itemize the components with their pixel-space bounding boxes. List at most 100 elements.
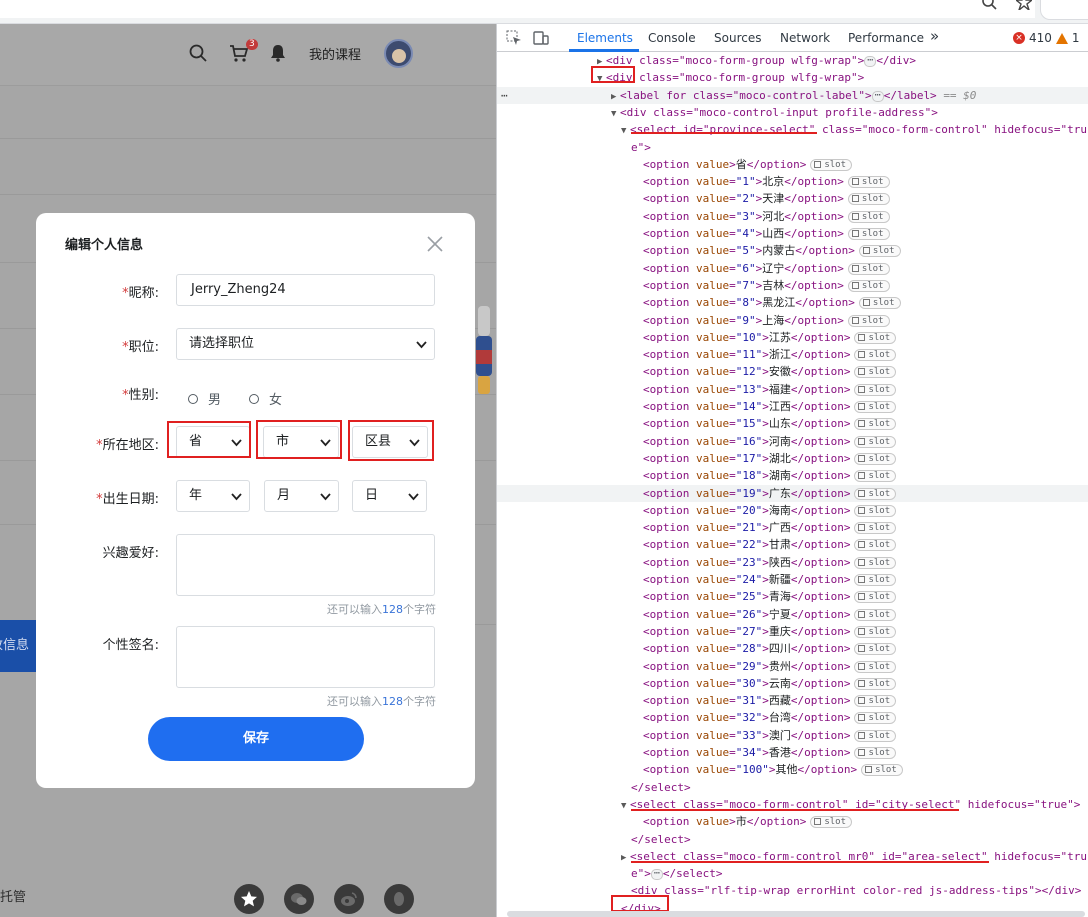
device-toolbar-icon[interactable]	[533, 30, 549, 46]
browser-actions	[982, 0, 1032, 18]
hobby-textarea[interactable]	[176, 534, 435, 596]
option-node[interactable]: <option value="29">贵州</option> slot	[497, 658, 1088, 675]
social-star[interactable]	[234, 884, 264, 914]
dom-node-selected[interactable]: ⋯ ▶ <label for class="moco-control-label">…	[497, 86, 1088, 104]
option-node[interactable]: <option value="30">云南</option> slot	[497, 675, 1088, 692]
avatar[interactable]	[384, 39, 413, 68]
option-node[interactable]: <option value="16">河南</option> slot	[497, 433, 1088, 450]
dom-node[interactable]: ▼ <select id="province-select" class="moc…	[497, 121, 1088, 138]
option-node[interactable]: <option value="7">吉林</option> slot	[497, 277, 1088, 294]
my-courses-link[interactable]: 我的课程	[309, 44, 361, 63]
option-node[interactable]: <option value="8">黑龙江</option> slot	[497, 294, 1088, 311]
option-node[interactable]: <option value="23">陕西</option> slot	[497, 554, 1088, 571]
option-node[interactable]: <option value="22">甘肃</option> slot	[497, 536, 1088, 553]
annotation-underline-province	[631, 132, 817, 134]
option-node[interactable]: <option value="21">广西</option> slot	[497, 519, 1088, 536]
address-bar[interactable]	[0, 0, 1035, 18]
gender-female-radio[interactable]: 女	[249, 389, 282, 408]
dom-node[interactable]: </select>	[497, 831, 1088, 848]
option-node[interactable]: <option value="4">山西</option> slot	[497, 225, 1088, 242]
bell-icon[interactable]	[270, 44, 286, 62]
hobby-label: 兴趣爱好:	[102, 546, 159, 561]
chevron-down-icon	[408, 493, 419, 501]
signature-label: 个性签名:	[102, 638, 159, 653]
chevron-down-icon	[320, 493, 331, 501]
option-node[interactable]: <option value="9">上海</option> slot	[497, 312, 1088, 329]
option-node[interactable]: <option value="5">内蒙古</option> slot	[497, 242, 1088, 259]
region-label: *所在地区:	[96, 438, 159, 453]
tab-elements[interactable]: Elements	[577, 31, 633, 45]
option-node[interactable]: <option value="2">天津</option> slot	[497, 190, 1088, 207]
option-node[interactable]: <option value="12">安徽</option> slot	[497, 363, 1088, 380]
option-node[interactable]: <option value="18">湖南</option> slot	[497, 467, 1088, 484]
annotation-box-div	[591, 66, 635, 83]
wechat-icon	[291, 893, 307, 905]
nickname-field[interactable]: Jerry_Zheng24	[176, 274, 435, 306]
option-node[interactable]: <option value="3">河北</option> slot	[497, 208, 1088, 225]
inspect-element-icon[interactable]	[506, 30, 522, 46]
search-icon[interactable]	[189, 44, 207, 62]
option-node[interactable]: <option value="1">北京</option> slot	[497, 173, 1088, 190]
option-node[interactable]: <option value="11">浙江</option> slot	[497, 346, 1088, 363]
gender-male-radio[interactable]: 男	[188, 389, 221, 408]
option-node[interactable]: <option value="31">西藏</option> slot	[497, 692, 1088, 709]
option-node[interactable]: <option value="13">福建</option> slot	[497, 381, 1088, 398]
option-node[interactable]: <option value="33">澳门</option> slot	[497, 727, 1088, 744]
chevron-down-icon	[231, 493, 242, 501]
option-node[interactable]: <option value="15">山东</option> slot	[497, 415, 1088, 432]
birth-month-select[interactable]: 月	[264, 480, 339, 512]
option-node[interactable]: <option value="10">江苏</option> slot	[497, 329, 1088, 346]
devtools-panel: Elements Console Sources Network Perform…	[496, 24, 1088, 917]
option-node[interactable]: <option value="20">海南</option> slot	[497, 502, 1088, 519]
close-icon[interactable]	[426, 235, 444, 253]
more-tabs-button[interactable]: »	[930, 27, 939, 45]
annotation-box-province	[167, 421, 251, 458]
gender-label: *性别:	[122, 388, 159, 403]
tab-performance[interactable]: Performance	[848, 31, 924, 45]
tab-sources[interactable]: Sources	[714, 31, 761, 45]
edit-profile-dialog: 编辑个人信息 *昵称: Jerry_Zheng24 *职位: 请选择职位 *性别…	[36, 213, 475, 788]
option-node[interactable]: <option value="14">江西</option> slot	[497, 398, 1088, 415]
save-button[interactable]: 保存	[148, 717, 364, 761]
annotation-underline-area	[631, 861, 989, 863]
option-node[interactable]: <option value="24">新疆</option> slot	[497, 571, 1088, 588]
signature-textarea[interactable]	[176, 626, 435, 688]
option-node[interactable]: <option value="17">湖北</option> slot	[497, 450, 1088, 467]
annotation-box-close-div	[611, 895, 669, 912]
social-weibo[interactable]	[334, 884, 364, 914]
zoom-icon[interactable]	[982, 0, 998, 10]
option-node[interactable]: <option value="25">青海</option> slot	[497, 588, 1088, 605]
dom-node[interactable]: </select>	[497, 779, 1088, 796]
tab-network[interactable]: Network	[780, 31, 830, 45]
option-node[interactable]: <option value="26">宁夏</option> slot	[497, 606, 1088, 623]
social-qq[interactable]	[384, 884, 414, 914]
dom-node[interactable]: ▼ <div class="moco-control-input profile-…	[497, 104, 1088, 121]
tab-console[interactable]: Console	[648, 31, 696, 45]
bookmark-star-icon[interactable]	[1016, 0, 1032, 10]
birth-day-select[interactable]: 日	[352, 480, 427, 512]
dom-node[interactable]: ▶ <div class="moco-form-group wlfg-wrap">…	[497, 52, 1088, 69]
option-node[interactable]: <option value="34">香港</option> slot	[497, 744, 1088, 761]
dom-node[interactable]: e"> ⋯ </select>	[497, 865, 1088, 882]
position-select[interactable]: 请选择职位	[176, 328, 435, 360]
option-node[interactable]: <option value>省</option> slot	[497, 156, 1088, 173]
dom-node[interactable]: ▼ <div class="moco-form-group wlfg-wrap">	[497, 69, 1088, 86]
birth-year-select[interactable]: 年	[176, 480, 250, 512]
option-node[interactable]: <option value="27">重庆</option> slot	[497, 623, 1088, 640]
option-node[interactable]: <option value="100">其他</option> slot	[497, 761, 1088, 778]
cart-badge: 3	[246, 39, 258, 50]
option-node[interactable]: <option value="6">辽宁</option> slot	[497, 260, 1088, 277]
dom-node[interactable]: <option value>市</option> slot	[497, 813, 1088, 830]
divider	[0, 138, 496, 139]
dom-node[interactable]: <div class="rlf-tip-wrap errorHint color…	[497, 882, 1088, 899]
issues-counter[interactable]: × 410 1	[1013, 31, 1080, 45]
option-node[interactable]: <option value="28">四川</option> slot	[497, 640, 1088, 657]
option-node[interactable]: <option value="32">台湾</option> slot	[497, 709, 1088, 726]
error-icon: ×	[1013, 32, 1025, 44]
site-header: 3 我的课程	[0, 24, 496, 86]
social-wechat[interactable]	[284, 884, 314, 914]
horizontal-scrollbar[interactable]	[507, 911, 1085, 917]
edit-info-tab[interactable]: 改信息	[0, 620, 38, 672]
profile-button[interactable]	[1040, 0, 1088, 20]
option-node[interactable]: <option value="19">广东</option> slot	[497, 484, 1088, 502]
